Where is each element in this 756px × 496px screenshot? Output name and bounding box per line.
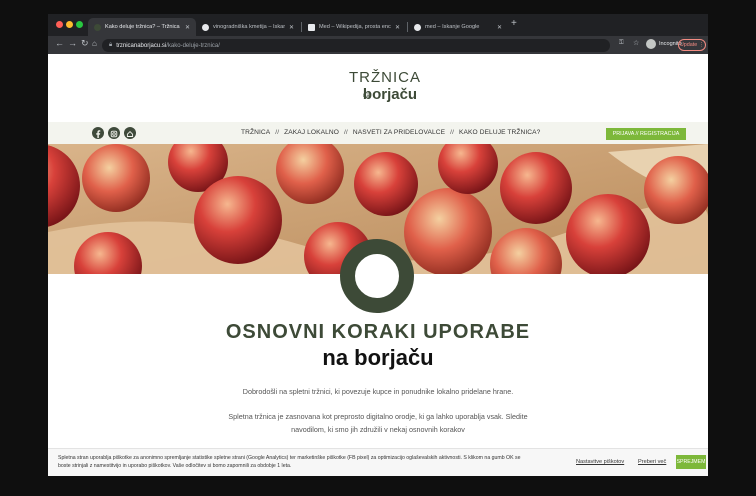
cookie-accept-button[interactable]: SPREJMEM <box>676 455 706 469</box>
maximize-window-button[interactable] <box>76 21 83 28</box>
new-tab-button[interactable]: + <box>511 18 517 29</box>
close-tab-icon[interactable]: ✕ <box>395 24 400 31</box>
menu-separator: // <box>275 129 280 136</box>
cookie-text: Spletna stran uporablja piškotke za anon… <box>58 455 521 469</box>
lock-icon: 🔒︎ <box>109 42 113 48</box>
incognito-avatar-icon <box>646 39 656 49</box>
address-bar[interactable]: 🔒︎ trznicanaborjacu.si/kako-deluje-trzni… <box>102 39 610 52</box>
cookie-settings-link[interactable]: Nastavitve piškotov <box>576 459 624 465</box>
google-favicon-icon <box>202 23 209 31</box>
reload-icon[interactable]: ↻ <box>81 38 89 49</box>
incognito-indicator[interactable]: Incognito <box>646 39 682 49</box>
facebook-icon[interactable] <box>92 127 104 139</box>
browser-window: Kako deluje tržnica? – Tržnica ✕ vinogra… <box>48 14 708 476</box>
minimize-window-button[interactable] <box>66 21 73 28</box>
home-icon[interactable] <box>124 127 136 139</box>
site-favicon-icon <box>94 23 101 31</box>
description-paragraph: Spletna tržnica je zasnovana kot prepros… <box>228 412 528 434</box>
menu-item-nasveti[interactable]: NASVETI ZA PRIDELOVALCE <box>353 129 445 136</box>
wikipedia-favicon-icon <box>308 23 315 31</box>
cookie-read-more-link[interactable]: Preberi več <box>638 459 666 465</box>
home-button-icon[interactable]: ⌂ <box>92 39 97 48</box>
page-subtitle: na borjaču <box>322 345 434 370</box>
menu-separator: // <box>343 129 348 136</box>
decorative-ring <box>340 239 414 313</box>
google-favicon-icon <box>414 23 421 31</box>
menu-separator: // <box>450 129 455 136</box>
logo-main-text: TRŽNICA <box>349 69 421 86</box>
menu-item-zakaj-lokalno[interactable]: ZAKAJ LOKALNO <box>284 129 339 136</box>
key-icon[interactable]: ⚿ <box>619 40 624 47</box>
intro-paragraph: Dobrodošli na spletni tržnici, ki povezu… <box>242 387 514 396</box>
logo-sub-text: borjaču <box>363 86 417 103</box>
menu-item-trznica[interactable]: TRŽNICA <box>241 129 270 136</box>
page-title: OSNOVNI KORAKI UPORABE <box>225 321 531 343</box>
login-register-button[interactable]: PRIJAVA // REGISTRACIJA <box>606 128 686 140</box>
tab-trznica[interactable]: Kako deluje tržnica? – Tržnica ✕ <box>88 18 196 36</box>
close-tab-icon[interactable]: ✕ <box>497 24 502 31</box>
update-button[interactable]: Update ⋮ <box>678 39 706 51</box>
main-menu: TRŽNICA // ZAKAJ LOKALNO // NASVETI ZA P… <box>241 129 540 136</box>
tab-med-google[interactable]: med – Iskanje Google ✕ <box>408 18 508 36</box>
close-tab-icon[interactable]: ✕ <box>185 24 190 31</box>
cookie-banner: Spletna stran uporablja piškotke za anon… <box>48 448 708 476</box>
bookmark-star-icon[interactable]: ☆ <box>633 39 639 47</box>
close-window-button[interactable] <box>56 21 63 28</box>
browser-toolbar: ← → ↻ ⌂ 🔒︎ trznicanaborjacu.si/kako-delu… <box>48 36 708 54</box>
instagram-icon[interactable] <box>108 127 120 139</box>
tab-vinogradniska[interactable]: vinogradniška kmetija – Iskanje ✕ <box>196 18 300 36</box>
tab-wikipedija[interactable]: Med – Wikipedija, prosta encikl ✕ <box>302 18 406 36</box>
tab-strip: Kako deluje tržnica? – Tržnica ✕ vinogra… <box>48 14 708 36</box>
web-page: TRŽNICA na borjaču TRŽNICA // ZAKAJ LOKA… <box>48 54 708 476</box>
site-navbar: TRŽNICA // ZAKAJ LOKALNO // NASVETI ZA P… <box>48 122 708 144</box>
menu-item-kako-deluje[interactable]: KAKO DELUJE TRŽNICA? <box>459 129 540 136</box>
site-logo[interactable]: TRŽNICA na borjaču <box>340 66 430 104</box>
forward-arrow-icon[interactable]: → <box>68 38 77 48</box>
back-arrow-icon[interactable]: ← <box>55 38 64 48</box>
close-tab-icon[interactable]: ✕ <box>289 24 294 31</box>
